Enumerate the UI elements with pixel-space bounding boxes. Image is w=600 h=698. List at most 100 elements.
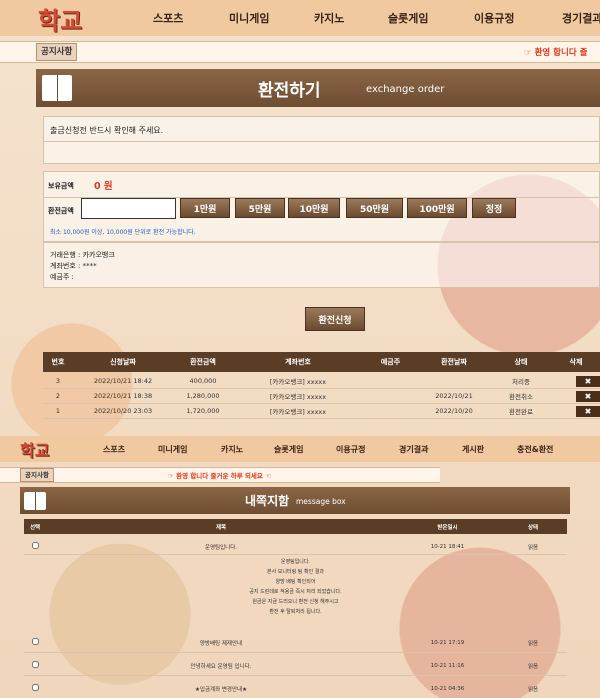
exchange-cell-status: 환전완료 bbox=[509, 408, 533, 416]
balance-value: 0 원 bbox=[94, 181, 113, 192]
notice-label: 공지사항 bbox=[36, 43, 78, 61]
exchange-cell-account: [카카오뱅크] xxxxx bbox=[269, 408, 327, 416]
notice-text-2: ☞ 환영 합니다 즐거운 하루 되세요 ☜ bbox=[168, 472, 271, 480]
nav2-minigame[interactable]: 미니게임 bbox=[158, 444, 187, 455]
message-status: 읽음 bbox=[527, 663, 539, 670]
nav2-slot[interactable]: 슬롯게임 bbox=[274, 444, 303, 455]
message-table-header: 선택 제목 받은일시 상태 bbox=[24, 519, 567, 534]
exchange-cell-amount: 400,000 bbox=[189, 377, 217, 385]
message-date: 10-21 04:36 bbox=[430, 685, 465, 692]
exchange-cell-status: 환전취소 bbox=[509, 393, 533, 401]
message-date: 10-21 18:41 bbox=[430, 543, 465, 550]
body-line: 본사 모니터링 팀 확인 결과 bbox=[267, 569, 324, 575]
add-10k-button[interactable]: 1만원 bbox=[180, 198, 230, 218]
message-subject[interactable]: 안녕하세요 운영팀 입니다. bbox=[46, 662, 396, 670]
col-date: 신청날짜 bbox=[110, 358, 136, 366]
message-subtitle: message box bbox=[296, 497, 346, 506]
body-line: 운영팀입니다. bbox=[280, 559, 311, 565]
nav-results[interactable]: 경기결과 bbox=[562, 10, 600, 26]
body-line: 원금은 지금 드리오니 환전 신청 해주시고 bbox=[252, 599, 339, 605]
nav-casino[interactable]: 카지노 bbox=[314, 10, 344, 26]
message-body: 운영팀입니다. 본사 모니터링 팀 확인 결과 양방 배팅 확인되어 공지 드린… bbox=[24, 557, 567, 631]
submit-exchange-button[interactable]: 환전신청 bbox=[305, 307, 365, 331]
bank-panel: 거래은행 : 카카오뱅크 계좌번호 : **** 예금주 : bbox=[43, 242, 600, 288]
nav2-rules[interactable]: 이용규정 bbox=[336, 444, 365, 455]
exchange-cell-amount: 1,720,000 bbox=[186, 407, 220, 415]
message-subject[interactable]: 운영팀입니다. bbox=[46, 543, 396, 551]
nav-rules[interactable]: 이용규정 bbox=[474, 10, 514, 26]
site-logo[interactable]: 학교 bbox=[38, 1, 108, 36]
exchange-header: 환전하기 exchange order bbox=[36, 69, 600, 107]
delete-button[interactable]: ✖ bbox=[576, 375, 600, 387]
exchange-table-header: 번호 신청날짜 환전금액 계좌번호 예금주 환전날짜 상태 삭제 bbox=[43, 352, 600, 372]
book-icon bbox=[42, 75, 72, 101]
message-checkbox[interactable] bbox=[31, 684, 39, 691]
col-holder: 예금주 bbox=[380, 358, 401, 366]
exchange-cell-account: [카카오뱅크] xxxxx bbox=[269, 393, 327, 401]
nav-sports[interactable]: 스포츠 bbox=[153, 10, 183, 26]
bank-name: 거래은행 : 카카오뱅크 bbox=[50, 251, 115, 259]
message-status: 읽음 bbox=[527, 544, 539, 551]
exchange-cell-done: 2022/10/21 bbox=[435, 392, 473, 400]
add-1m-button[interactable]: 100만원 bbox=[407, 198, 467, 218]
message-date: 10-21 17:19 bbox=[430, 639, 465, 646]
message-row[interactable]: 양방배팅 제재안내 10-21 17:19 읽음 bbox=[24, 633, 567, 653]
col-select: 선택 bbox=[29, 524, 41, 531]
col-received: 받은일시 bbox=[437, 524, 458, 531]
notice-text: ☞ 환영 합니다 즐 bbox=[524, 48, 588, 58]
body-line: 양방 배팅 확인되어 bbox=[275, 579, 316, 585]
amount-panel: 보유금액 0 원 환전금액 1만원 5만원 10만원 50만원 100만원 정정… bbox=[43, 171, 600, 242]
exchange-row: 3 2022/10/21 18:42 400,000 [카카오뱅크] xxxxx 처리중… bbox=[43, 374, 600, 389]
delete-cell: ✖ bbox=[552, 405, 600, 417]
nav2-results[interactable]: 경기결과 bbox=[399, 444, 428, 455]
delete-cell: ✖ bbox=[552, 390, 600, 402]
balance-label: 보유금액 bbox=[48, 182, 74, 190]
exchange-cell-done: 2022/10/20 bbox=[435, 407, 473, 415]
site-logo-2[interactable]: 학교 bbox=[20, 437, 80, 461]
add-100k-button[interactable]: 10만원 bbox=[288, 198, 340, 218]
message-row-open[interactable]: 운영팀입니다. 10-21 18:41 읽음 bbox=[24, 539, 567, 555]
min-note: 최소 10,000원 이상, 10,000원 단위로 환전 가능합니다. bbox=[50, 229, 196, 236]
exchange-row: 2 2022/10/21 18:38 1,280,000 [카카오뱅크] xxxxx 2… bbox=[43, 389, 600, 404]
nav2-charge[interactable]: 충전&환전 bbox=[517, 444, 553, 455]
message-title: 내쪽지함 bbox=[245, 494, 290, 508]
nav-slot[interactable]: 슬롯게임 bbox=[388, 10, 428, 26]
message-subject[interactable]: ★입금계좌 변경안내★ bbox=[46, 685, 396, 693]
nav-minigame[interactable]: 미니게임 bbox=[229, 10, 269, 26]
message-checkbox[interactable] bbox=[31, 542, 39, 549]
add-50k-button[interactable]: 5만원 bbox=[235, 198, 285, 218]
message-row[interactable]: ★입금계좌 변경안내★ 10-21 04:36 읽음 bbox=[24, 679, 567, 698]
col-msg-status: 상태 bbox=[527, 524, 539, 531]
reset-button[interactable]: 정정 bbox=[472, 198, 516, 218]
message-row[interactable]: 안녕하세요 운영팀 입니다. 10-21 11:16 읽음 bbox=[24, 656, 567, 676]
nav2-casino[interactable]: 카지노 bbox=[221, 444, 243, 455]
add-500k-button[interactable]: 50만원 bbox=[346, 198, 403, 218]
delete-button[interactable]: ✖ bbox=[576, 405, 600, 417]
message-subject[interactable]: 양방배팅 제재안내 bbox=[46, 639, 396, 647]
col-delete: 삭제 bbox=[569, 358, 583, 366]
exchange-cell-no: 1 bbox=[55, 407, 61, 415]
amount-input[interactable] bbox=[81, 198, 176, 219]
account-number: 계좌번호 : **** bbox=[50, 262, 97, 270]
message-status: 읽음 bbox=[527, 640, 539, 647]
checkbox-cell bbox=[24, 638, 46, 647]
exchange-subtitle: exchange order bbox=[366, 84, 445, 95]
message-checkbox[interactable] bbox=[31, 638, 39, 645]
notice-bar-2: 공지사항 ☞ 환영 합니다 즐거운 하루 되세요 ☜ bbox=[0, 467, 440, 483]
exchange-cell-no: 2 bbox=[55, 392, 61, 400]
body-line: 공지 드린데로 적용금 즉시 처리 되었습니다. bbox=[249, 589, 342, 595]
exchange-row: 1 2022/10/20 23:03 1,720,000 [카카오뱅크] xxxxx 2… bbox=[43, 404, 600, 419]
col-status: 상태 bbox=[514, 358, 528, 366]
account-holder: 예금주 : bbox=[50, 273, 74, 281]
exchange-cell-date: 2022/10/21 18:38 bbox=[93, 392, 153, 400]
warning-panel: 출금신청전 반드시 확인해 주세요. bbox=[43, 116, 600, 164]
top-nav: 학교 스포츠 미니게임 카지노 슬롯게임 이용규정 경기결과 bbox=[0, 0, 600, 36]
message-date: 10-21 11:16 bbox=[430, 662, 465, 669]
notice-label-2: 공지사항 bbox=[20, 468, 54, 482]
nav2-sports[interactable]: 스포츠 bbox=[103, 444, 125, 455]
notice-bar: 공지사항 ☞ 환영 합니다 즐 bbox=[0, 41, 600, 63]
checkbox-cell bbox=[24, 661, 46, 670]
nav2-board[interactable]: 게시판 bbox=[462, 444, 484, 455]
delete-button[interactable]: ✖ bbox=[576, 390, 600, 402]
message-checkbox[interactable] bbox=[31, 661, 39, 668]
